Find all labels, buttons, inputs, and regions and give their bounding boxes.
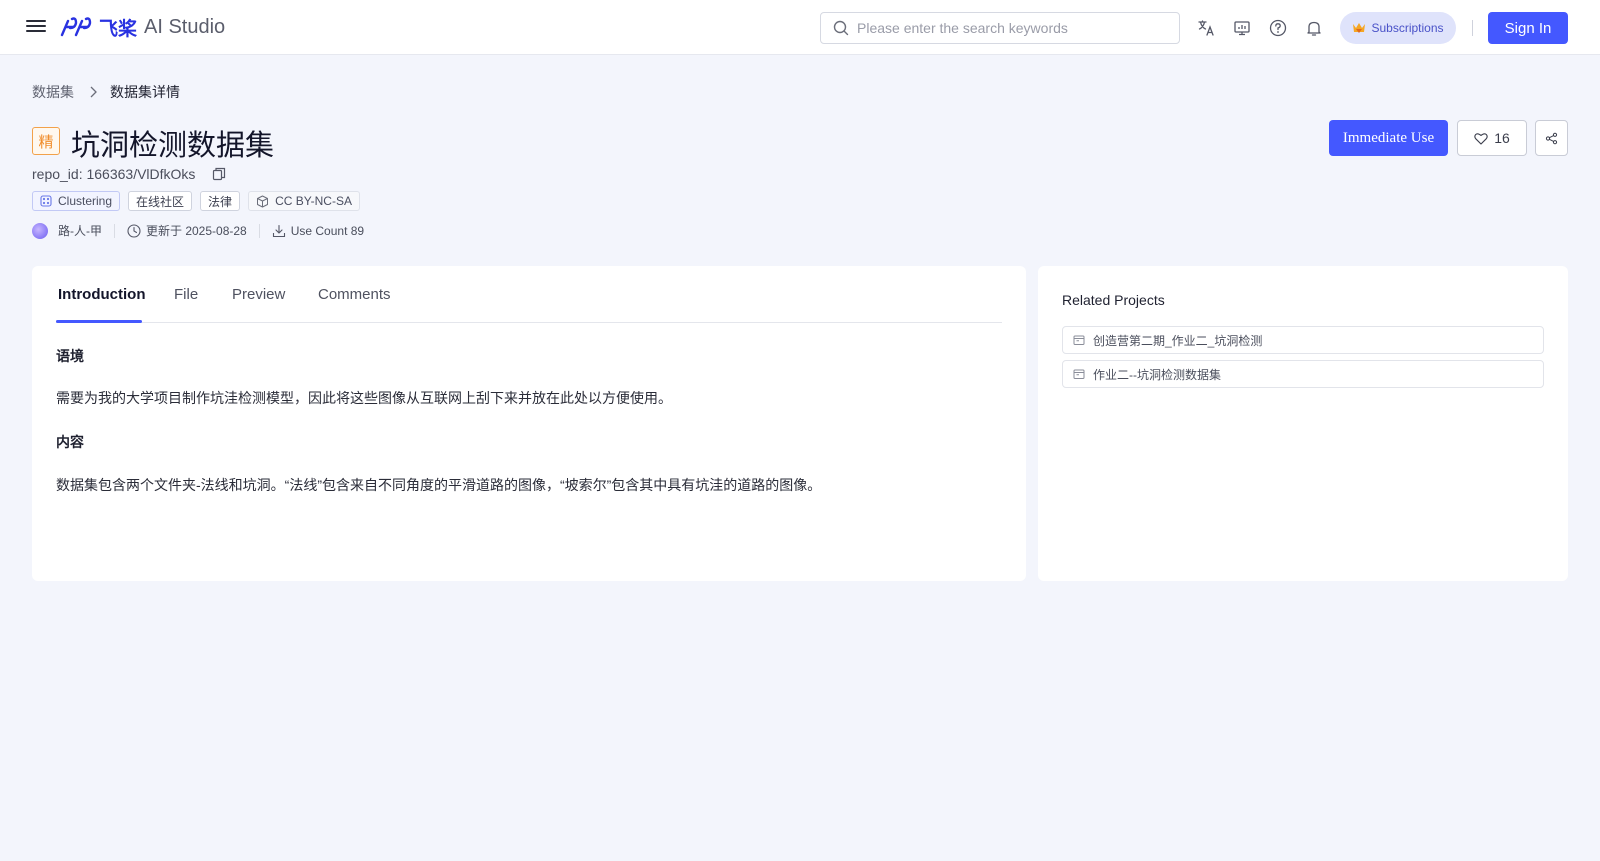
share-button[interactable] <box>1535 120 1568 156</box>
related-project-item[interactable]: 作业二--坑洞检测数据集 <box>1062 360 1544 388</box>
tab-bar: Introduction File Preview Comments <box>56 266 1002 323</box>
paddle-logo-icon <box>60 17 92 37</box>
related-projects-title: Related Projects <box>1062 292 1165 308</box>
logo-text: AI Studio <box>144 15 226 38</box>
related-project-label: 作业二--坑洞检测数据集 <box>1093 367 1221 382</box>
meta-divider <box>114 223 115 238</box>
project-icon <box>1073 335 1085 345</box>
download-icon <box>272 224 285 237</box>
breadcrumb-current: 数据集详情 <box>110 84 180 100</box>
menu-icon[interactable] <box>26 17 46 37</box>
tag-label: Clustering <box>58 194 113 208</box>
subscriptions-label: Subscriptions <box>1371 21 1444 35</box>
tab-comments[interactable]: Comments <box>318 286 391 303</box>
author-name[interactable]: 路-人-甲 <box>58 222 102 239</box>
search-icon <box>833 20 849 36</box>
share-icon <box>1545 132 1558 144</box>
help-icon[interactable] <box>1268 18 1288 38</box>
page-title: 坑洞检测数据集 <box>71 130 275 162</box>
sign-in-button[interactable]: Sign In <box>1488 12 1568 44</box>
project-icon <box>1073 369 1085 379</box>
related-projects-panel: Related Projects 创造营第二期_作业二_坑洞检测 作业二--坑洞… <box>1038 266 1568 581</box>
search-box[interactable] <box>820 12 1180 44</box>
immediate-use-button[interactable]: Immediate Use <box>1329 120 1448 156</box>
tag-license[interactable]: CC BY-NC-SA <box>248 191 360 211</box>
monitor-icon[interactable] <box>1232 18 1252 38</box>
dataset-meta: 路-人-甲 更新于 2025-08-28 Use Count 89 <box>32 222 364 239</box>
top-navigation-bar: 飞桨 AI Studio Subscriptions Sign In <box>0 0 1600 55</box>
related-project-item[interactable]: 创造营第二期_作业二_坑洞检测 <box>1062 326 1544 354</box>
chevron-right-icon <box>90 86 97 98</box>
clustering-icon <box>40 195 52 207</box>
section-heading-context: 语境 <box>56 348 84 364</box>
tag-clustering[interactable]: Clustering <box>32 191 121 211</box>
updated-date: 更新于 2025-08-28 <box>146 224 247 238</box>
tab-introduction[interactable]: Introduction <box>58 286 145 303</box>
logo-cn-text: 飞桨 <box>99 18 138 40</box>
like-button[interactable]: 16 <box>1457 120 1527 156</box>
active-tab-indicator <box>56 320 142 323</box>
cube-icon <box>257 195 269 207</box>
main-content-panel: Introduction File Preview Comments 语境 需要… <box>32 266 1026 581</box>
copy-icon[interactable] <box>212 167 226 181</box>
repo-id: repo_id: 166363/VlDfkOks <box>32 166 196 182</box>
header-divider <box>1472 20 1473 36</box>
tag-online-community[interactable]: 在线社区 <box>128 191 193 211</box>
tab-file[interactable]: File <box>174 286 198 303</box>
tag-label: 在线社区 <box>136 194 185 209</box>
section-text-context: 需要为我的大学项目制作坑洼检测模型，因此将这些图像从互联网上刮下来并放在此处以方… <box>56 390 672 406</box>
search-input[interactable] <box>857 14 1157 42</box>
tab-preview[interactable]: Preview <box>232 286 285 303</box>
subscriptions-button[interactable]: Subscriptions <box>1340 12 1456 44</box>
tag-law[interactable]: 法律 <box>200 191 241 211</box>
crown-icon <box>1353 23 1366 33</box>
heart-icon <box>1474 132 1488 145</box>
clock-icon <box>127 223 141 238</box>
featured-badge: 精 <box>32 127 60 155</box>
breadcrumb-datasets-link[interactable]: 数据集 <box>32 82 74 102</box>
section-heading-content: 内容 <box>56 434 84 450</box>
meta-divider <box>258 223 260 238</box>
use-count: Use Count 89 <box>290 223 365 238</box>
related-project-label: 创造营第二期_作业二_坑洞检测 <box>1093 333 1263 348</box>
logo[interactable]: 飞桨 AI Studio <box>60 12 225 42</box>
like-count: 16 <box>1494 130 1510 146</box>
breadcrumb: 数据集 数据集详情 <box>32 82 180 102</box>
bell-icon[interactable] <box>1304 18 1324 38</box>
tag-label: CC BY-NC-SA <box>275 194 352 208</box>
section-text-content: 数据集包含两个文件夹-法线和坑洞。“法线”包含来自不同角度的平滑道路的图像，“坡… <box>56 477 822 493</box>
translate-icon[interactable] <box>1196 18 1216 38</box>
tag-label: 法律 <box>208 194 233 209</box>
tag-list: Clustering 在线社区 法律 CC BY-NC-SA <box>32 191 360 211</box>
avatar[interactable] <box>32 222 48 239</box>
